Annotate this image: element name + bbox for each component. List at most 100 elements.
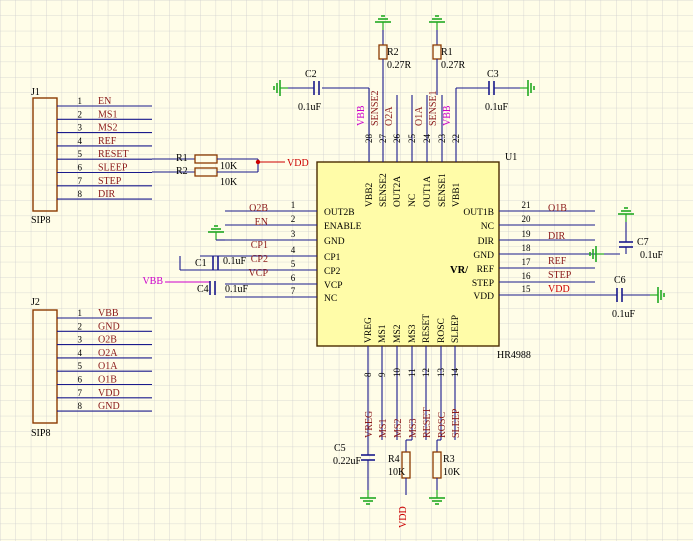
ic-pin-number: 10: [392, 368, 402, 378]
ic-pin-name: VREG: [364, 317, 374, 343]
net-label-reset: RESET: [422, 407, 433, 438]
net-label-vbb: VBB: [98, 308, 119, 319]
ic-pin-name: NC: [408, 194, 418, 207]
ic-pin-name: RESET: [422, 314, 432, 343]
net-label-o2b: O2B: [98, 335, 117, 346]
j2-pin-number: 4: [78, 348, 83, 358]
j1-pin-number: 3: [78, 123, 83, 133]
net-label-gnd: GND: [98, 321, 120, 332]
ic-pin-name: NC: [481, 222, 494, 232]
j2-pin-number: 8: [78, 401, 83, 411]
j2-pin-number: 6: [78, 375, 83, 385]
j1-footprint: SIP8: [31, 215, 50, 226]
j2-designator: J2: [31, 297, 40, 308]
c3-ref: C3: [487, 69, 499, 80]
j1-pin-number: 5: [78, 149, 83, 159]
c1-ref: C1: [195, 258, 207, 269]
junction-dot: [255, 159, 261, 165]
net-label-o1b: O1B: [98, 375, 117, 386]
c4-value: 0.1uF: [225, 284, 249, 295]
ic-pin-name: GND: [324, 237, 345, 247]
net-label-reset: RESET: [98, 149, 129, 160]
r1_top-ref: R1: [441, 47, 453, 58]
ic-pin-number: 2: [291, 214, 296, 224]
net-label-o2b: O2B: [249, 203, 268, 214]
net-label-o1a: O1A: [98, 361, 118, 372]
net-label-cp2: CP2: [251, 254, 268, 265]
ic-pin-name: OUT2B: [324, 208, 355, 218]
ic-pin-number: 15: [522, 284, 532, 294]
j1-pin-number: 8: [78, 189, 83, 199]
ic-pin-number: 5: [291, 259, 296, 269]
ic-pin-name: NC: [324, 294, 337, 304]
c2-value: 0.1uF: [298, 102, 322, 113]
r2_top-ref: R2: [387, 47, 399, 58]
r2-left-value: 10K: [220, 177, 238, 188]
c4-ref: C4: [197, 284, 209, 295]
ic-part-number: HR4988: [497, 350, 531, 361]
r2-left-ref: R2: [176, 166, 188, 177]
c3-value: 0.1uF: [485, 102, 509, 113]
net-label-ms3: MS3: [408, 419, 419, 438]
ic-pin-number: 26: [392, 134, 402, 144]
c7-value: 0.1uF: [640, 250, 664, 261]
j2-footprint: SIP8: [31, 428, 50, 439]
j1-pin-number: 6: [78, 163, 83, 173]
ic-body: [316, 161, 500, 347]
j2-pin-number: 2: [78, 321, 83, 331]
net-label-o1a: O1A: [414, 106, 425, 126]
ic-pin-number: 1: [291, 200, 296, 210]
net-label-en: EN: [98, 96, 111, 107]
net-label-vreg: VREG: [364, 411, 375, 438]
ic-pin-number: 11: [407, 368, 417, 377]
j1-designator: J1: [31, 87, 40, 98]
ic-pin-number: 6: [291, 273, 296, 283]
ic-pin-name: SLEEP: [451, 315, 461, 343]
j1-pin-number: 4: [78, 136, 83, 146]
ic-pin-number: 8: [363, 372, 373, 377]
ic-pin-number: 28: [364, 134, 374, 144]
net-label-ms1: MS1: [378, 419, 389, 438]
ic-pin-number: 12: [421, 368, 431, 377]
ic-pin-number: 25: [407, 134, 417, 144]
r3-ref: R3: [443, 454, 455, 465]
vbb-power-label: VBB: [142, 276, 163, 287]
ic-pin-name: DIR: [478, 237, 495, 247]
ic-pin-name: VCP: [324, 281, 342, 291]
ic-pin-number: 27: [378, 134, 388, 144]
net-label-ms1: MS1: [98, 109, 117, 120]
ic-pin-number: 3: [291, 229, 296, 239]
net-label-cp1: CP1: [251, 240, 268, 251]
r4-ref: R4: [388, 454, 400, 465]
ic-pin-name: OUT1B: [463, 208, 494, 218]
vdd-power-label: VDD: [287, 158, 309, 169]
vdd-bottom-label: VDD: [398, 506, 409, 528]
net-label-sense1: SENSE1: [428, 90, 439, 126]
net-label-vcp: VCP: [249, 268, 269, 279]
ic-pin-number: 21: [522, 200, 531, 210]
c5-ref: C5: [334, 443, 346, 454]
ic-pin-number: 7: [291, 286, 296, 296]
c5-value: 0.22uF: [333, 456, 362, 467]
net-label-step: STEP: [548, 270, 572, 281]
net-label-ms2: MS2: [98, 123, 117, 134]
ic-pin-name: MS1: [378, 324, 388, 343]
ic-pin-number: 9: [377, 372, 387, 377]
net-label-vdd: VDD: [98, 388, 120, 399]
j2-pin-number: 5: [78, 361, 83, 371]
j1-pin-number: 2: [78, 109, 83, 119]
ic-pin-name: REF: [477, 265, 494, 275]
net-label-gnd: GND: [98, 401, 120, 412]
c7-ref: C7: [637, 237, 649, 248]
net-label-dir: DIR: [548, 231, 566, 242]
ic-pin-name: VDD: [473, 292, 494, 302]
c1-value: 0.1uF: [223, 256, 247, 267]
net-label-sleep: SLEEP: [451, 408, 462, 438]
ic-pin-number: 22: [451, 134, 461, 143]
ic-pin-name: MS3: [408, 324, 418, 343]
ic-designator: U1: [505, 152, 517, 163]
j1-pin-number: 1: [78, 96, 83, 106]
net-label-o1b: O1B: [548, 203, 567, 214]
net-label-ref: REF: [98, 136, 117, 147]
ic-pin-number: 16: [522, 271, 532, 281]
